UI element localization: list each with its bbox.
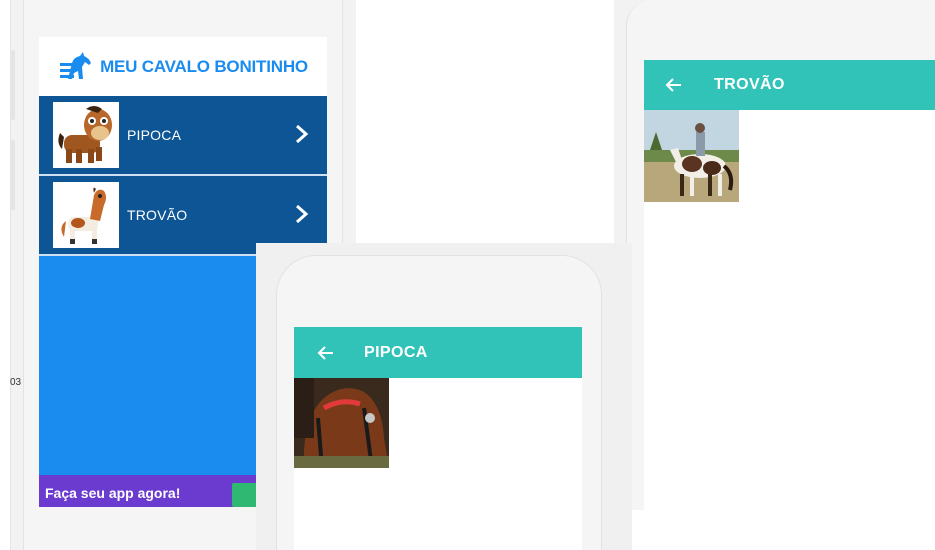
app-bar: PIPOCA <box>294 327 582 378</box>
brown-horse-cartoon-icon <box>53 102 119 168</box>
app-header: MEU CAVALO BONITINHO <box>39 37 327 96</box>
rider-on-pinto-horse-photo <box>644 110 739 202</box>
promo-text: Faça seu app agora! <box>45 485 181 501</box>
app-bar: TROVÃO <box>644 60 935 110</box>
chevron-right-icon <box>296 204 309 224</box>
front-phone-frame: PIPOCA <box>256 243 632 550</box>
pipoca-detail-screen: PIPOCA <box>294 327 582 550</box>
bay-horse-bridle-photo <box>294 378 389 468</box>
horse-name: PIPOCA <box>127 127 182 143</box>
detail-title: TROVÃO <box>714 76 785 93</box>
chevron-right-icon <box>296 124 309 144</box>
detail-title: PIPOCA <box>364 343 428 361</box>
side-button <box>11 140 15 210</box>
list-item-pipoca[interactable]: PIPOCA <box>39 96 327 176</box>
app-title: MEU CAVALO BONITINHO <box>100 56 308 76</box>
horse-name: TROVÃO <box>127 207 188 223</box>
mockup-stage: MEU CAVALO BONITINHO PIPOCA TROVÃO Faça … <box>0 0 935 550</box>
side-button <box>11 50 15 120</box>
edge-text: 03 <box>10 377 22 388</box>
horse-logo-icon <box>60 51 92 79</box>
trovao-detail-screen: TROVÃO <box>644 60 935 510</box>
arrow-left-icon[interactable] <box>316 343 336 363</box>
pinto-horse-cartoon-icon <box>53 182 119 248</box>
arrow-left-icon[interactable] <box>664 75 684 95</box>
right-phone-frame: TROVÃO <box>614 0 935 510</box>
